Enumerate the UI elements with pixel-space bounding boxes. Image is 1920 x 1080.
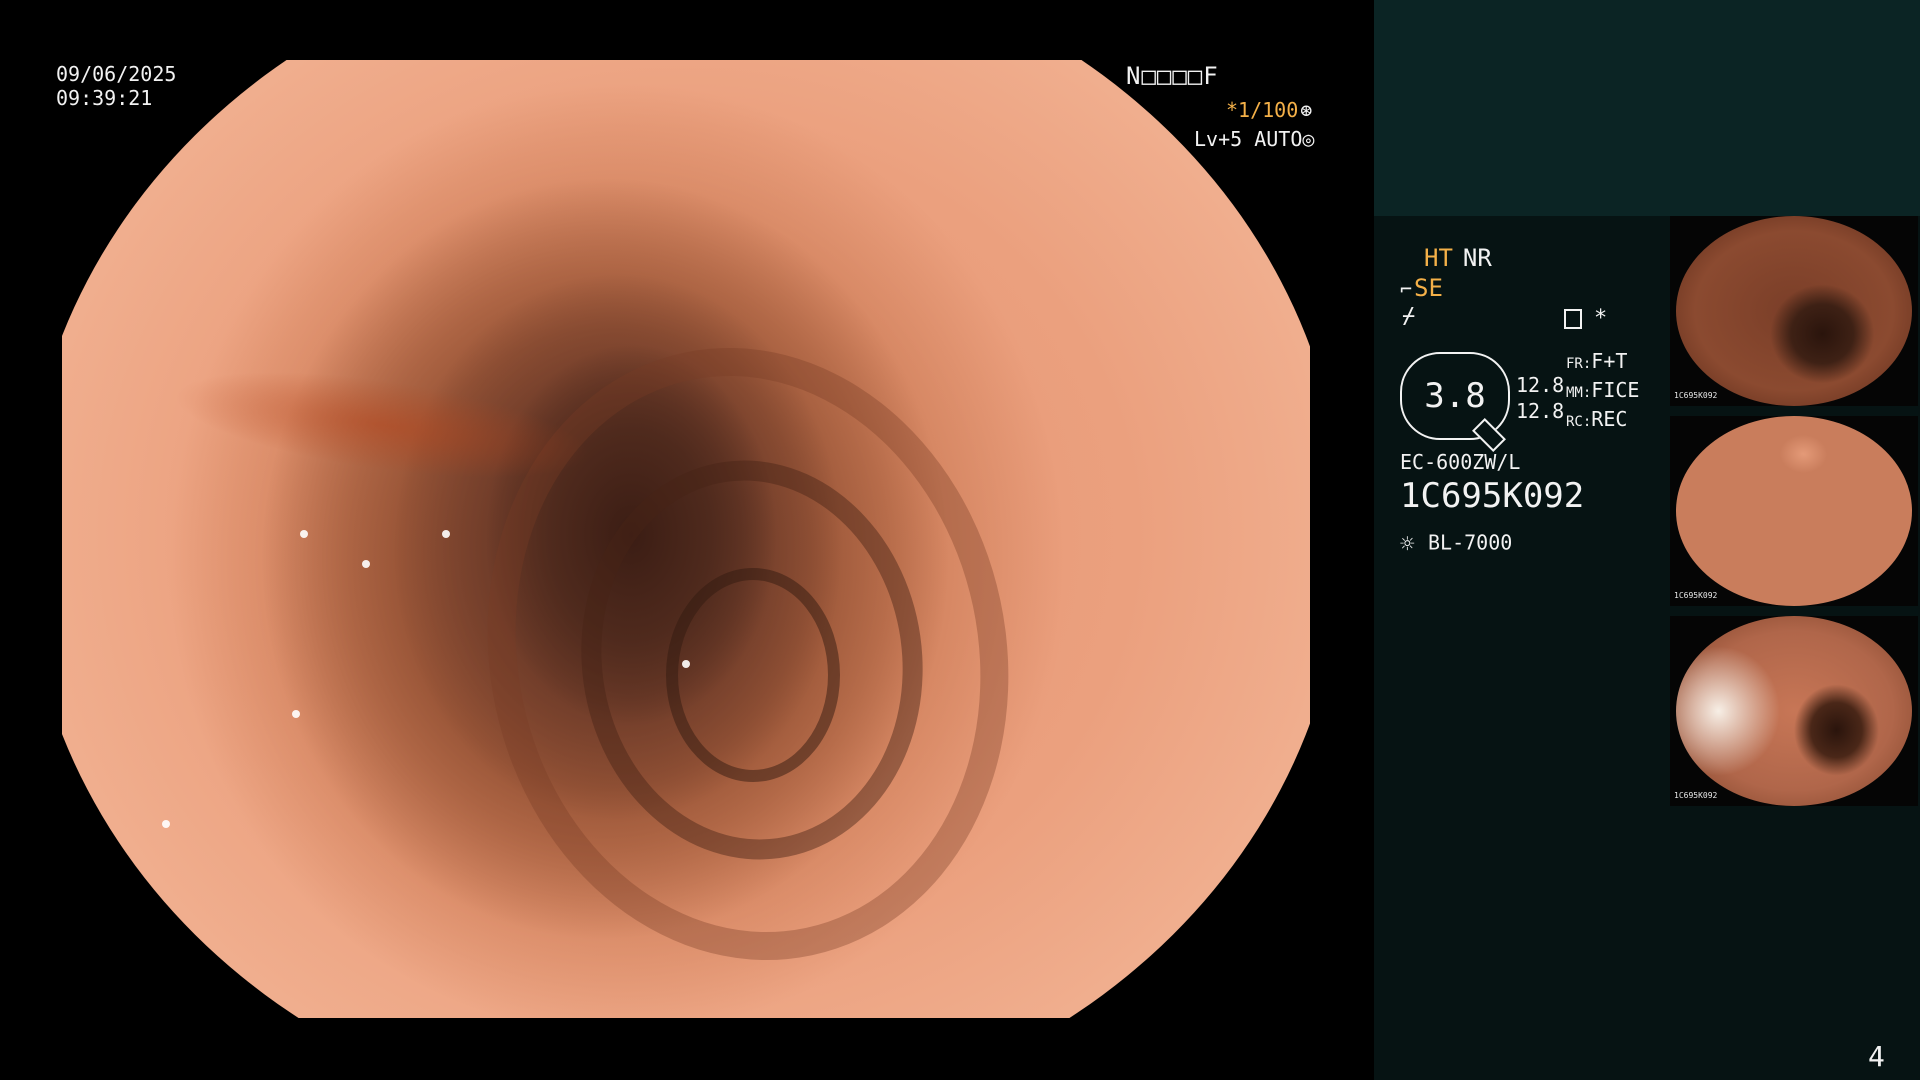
settings-icon bbox=[1564, 309, 1582, 329]
light-reflection bbox=[300, 530, 308, 538]
zoom-number: 12.8 bbox=[1516, 399, 1565, 423]
mode-value: F+T bbox=[1591, 349, 1628, 373]
light-source-label: BL-7000 bbox=[1428, 530, 1513, 555]
mode-key: RC: bbox=[1566, 414, 1592, 430]
osd-status-code: N□□□□F bbox=[1126, 62, 1219, 90]
nr-indicator: NR bbox=[1462, 244, 1492, 272]
osd-shutter-value: *1/100 bbox=[1226, 98, 1299, 122]
thumbnail-image bbox=[1676, 416, 1912, 606]
osd-shutter: *1/100 ⊛ bbox=[1226, 98, 1312, 122]
thumbnail-image bbox=[1676, 216, 1912, 406]
light-reflection bbox=[162, 820, 170, 828]
zoom-number: 12.8 bbox=[1516, 373, 1565, 397]
sharpness-icon: ⌿ bbox=[1402, 304, 1416, 329]
endoscopy-screen: 09/06/2025 09:39:21 N□□□□F *1/100 ⊛ Lv+5 … bbox=[0, 0, 1920, 1080]
capture-thumbnail[interactable]: 1C695K092 bbox=[1670, 616, 1918, 806]
side-panel-header bbox=[1374, 0, 1920, 216]
mode-value: REC bbox=[1591, 407, 1628, 431]
light-source: ☼ BL-7000 bbox=[1400, 530, 1512, 558]
endoscopic-image bbox=[62, 60, 1310, 1018]
osd-level-value: Lv+5 AUTO bbox=[1194, 127, 1303, 151]
enhancement-status: HT NR bbox=[1424, 244, 1502, 272]
mode-icons: * bbox=[1564, 306, 1607, 331]
mucosal-fold-inner bbox=[666, 568, 840, 782]
page-number: 4 bbox=[1868, 1040, 1885, 1073]
light-reflection bbox=[292, 710, 300, 718]
osd-level: Lv+5 AUTO◎ bbox=[1194, 127, 1314, 151]
se-indicator: SE bbox=[1414, 274, 1443, 302]
thumbnail-label: 1C695K092 bbox=[1674, 391, 1718, 400]
light-reflection bbox=[682, 660, 690, 668]
light-icon: ☼ bbox=[1400, 530, 1415, 558]
mode-row: MM:FICE bbox=[1566, 377, 1639, 406]
mode-key: FR: bbox=[1566, 356, 1592, 372]
mode-row: FR:F+T bbox=[1566, 348, 1639, 377]
mode-key: MM: bbox=[1566, 385, 1592, 401]
ht-indicator: HT bbox=[1424, 244, 1453, 272]
mode-value: FICE bbox=[1591, 378, 1640, 402]
thumbnail-image bbox=[1676, 616, 1912, 806]
mode-row: RC:REC bbox=[1566, 406, 1639, 435]
thumbnail-label: 1C695K092 bbox=[1674, 791, 1718, 800]
scope-serial: 1C695K092 bbox=[1400, 476, 1585, 516]
thumbnail-label: 1C695K092 bbox=[1674, 591, 1718, 600]
structure-enhancement: ⌐SE bbox=[1400, 274, 1443, 302]
zoom-numbers: 12.8 12.8 bbox=[1516, 372, 1564, 424]
aperture-icon: ⊛ bbox=[1300, 98, 1313, 122]
osd-time: 09:39:21 bbox=[56, 86, 153, 110]
light-reflection bbox=[442, 530, 450, 538]
osd-datetime: 09/06/2025 09:39:21 bbox=[56, 62, 176, 110]
zoom-value: 3.8 bbox=[1424, 376, 1486, 416]
auto-icon: ◎ bbox=[1302, 127, 1315, 151]
light-reflection bbox=[362, 560, 370, 568]
zoom-indicator: 3.8 bbox=[1400, 352, 1510, 452]
capture-thumbnail[interactable]: 1C695K092 bbox=[1670, 216, 1918, 406]
scope-icon: ⌐ bbox=[1400, 277, 1413, 301]
scope-model: EC-600ZW/L bbox=[1400, 450, 1521, 474]
star-icon: * bbox=[1594, 306, 1608, 331]
osd-date: 09/06/2025 bbox=[56, 62, 177, 86]
capture-thumbnail[interactable]: 1C695K092 bbox=[1670, 416, 1918, 606]
mode-list: FR:F+T MM:FICE RC:REC bbox=[1566, 348, 1639, 435]
